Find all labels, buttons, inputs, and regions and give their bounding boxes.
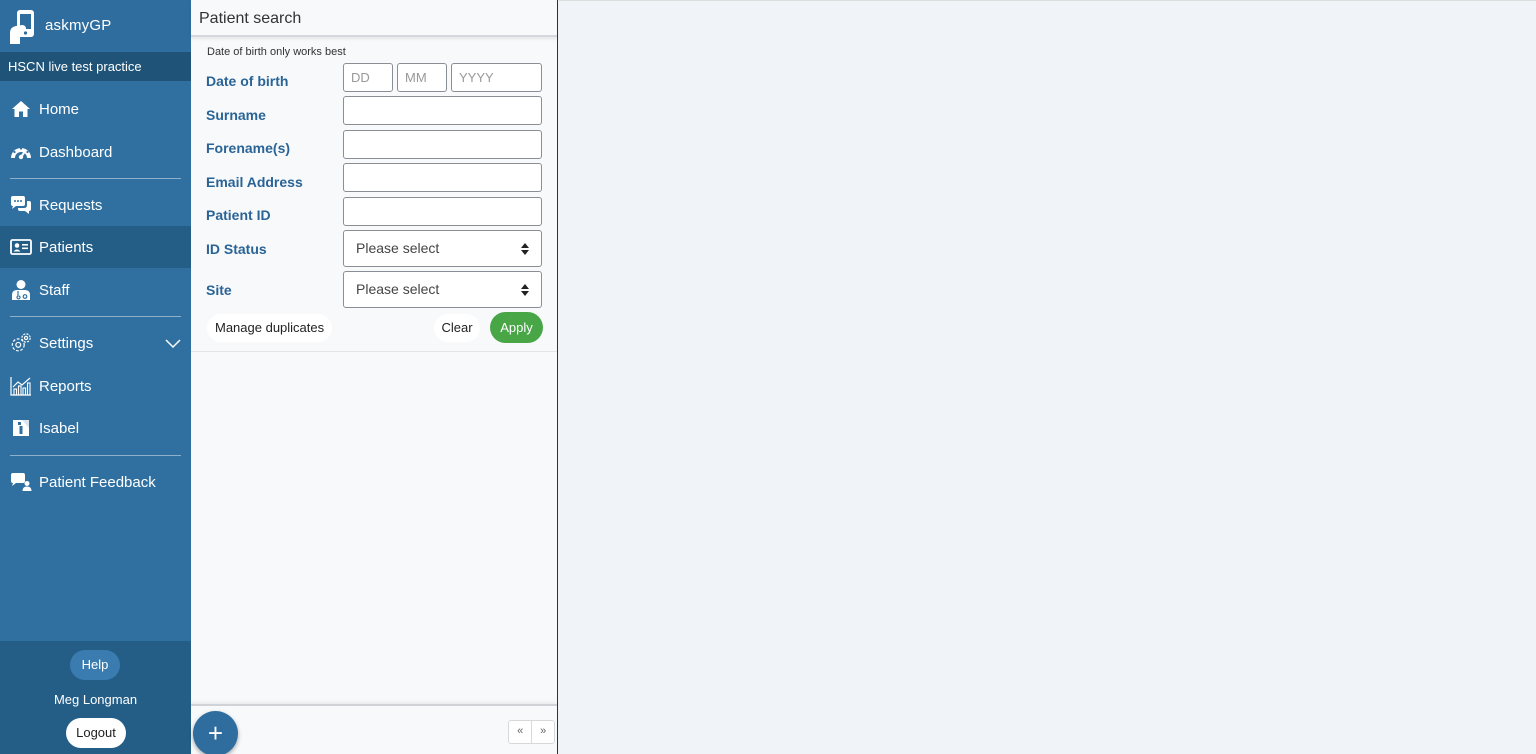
pager-next-button[interactable]: »: [531, 721, 554, 743]
user-name: Meg Longman: [53, 692, 138, 707]
sidebar-item-reports[interactable]: Reports: [0, 365, 191, 407]
sidebar-item-label: Isabel: [39, 419, 80, 437]
sidebar-item-label: Home: [39, 100, 80, 118]
email-label: Email Address: [206, 174, 303, 190]
dob-month-input[interactable]: [397, 63, 447, 92]
gear-icon: [10, 332, 32, 354]
brand[interactable]: askmyGP: [0, 0, 191, 52]
brand-name: askmyGP: [45, 17, 112, 34]
app-root: askmyGP HSCN live test practice Home Das…: [0, 0, 1536, 754]
sidebar-item-label: Settings: [39, 334, 94, 352]
sidebar-item-staff[interactable]: Staff: [0, 269, 191, 311]
forename-input[interactable]: [343, 130, 542, 159]
id-card-icon: [10, 236, 32, 258]
sidebar-divider: [10, 178, 181, 179]
sidebar-footer: Help Meg Longman Logout: [0, 641, 191, 754]
pager: « »: [508, 720, 555, 744]
select-arrows-icon: [521, 284, 529, 296]
sidebar-item-patient-feedback[interactable]: Patient Feedback: [0, 461, 191, 503]
surname-label: Surname: [206, 107, 266, 123]
site-selected: Please select: [356, 281, 440, 297]
forename-label: Forename(s): [206, 140, 291, 156]
dob-year-input[interactable]: [451, 63, 542, 92]
main-content: [559, 0, 1536, 754]
sidebar-divider: [10, 316, 181, 317]
patient-id-input[interactable]: [343, 197, 542, 226]
select-arrows-icon: [521, 243, 529, 255]
sidebar-item-label: Dashboard: [39, 143, 113, 161]
panel-divider: [191, 351, 557, 352]
sidebar-item-label: Patients: [39, 238, 94, 256]
help-button[interactable]: Help: [70, 650, 120, 680]
site-label: Site: [206, 282, 232, 298]
sidebar-item-label: Requests: [39, 196, 103, 214]
sidebar-item-requests[interactable]: Requests: [0, 184, 191, 226]
sidebar-item-isabel[interactable]: Isabel: [0, 407, 191, 449]
dob-day-input[interactable]: [343, 63, 393, 92]
dob-label: Date of birth: [206, 73, 289, 89]
sidebar-item-settings[interactable]: Settings: [0, 322, 191, 364]
panel-footer: + « »: [191, 704, 557, 754]
dashboard-icon: [10, 141, 32, 163]
surname-input[interactable]: [343, 96, 542, 125]
site-select[interactable]: Please select: [343, 271, 542, 308]
search-hint: Date of birth only works best: [207, 46, 346, 58]
chart-icon: [10, 375, 32, 397]
logout-button[interactable]: Logout: [66, 718, 126, 748]
isabel-icon: [10, 417, 32, 439]
id-status-label: ID Status: [206, 241, 267, 257]
chevron-down-icon[interactable]: [165, 336, 181, 350]
home-icon: [10, 98, 32, 120]
feedback-icon: [10, 471, 32, 493]
email-input[interactable]: [343, 163, 542, 192]
add-patient-button[interactable]: +: [193, 711, 238, 754]
sidebar-item-home[interactable]: Home: [0, 88, 191, 130]
sidebar-item-dashboard[interactable]: Dashboard: [0, 131, 191, 173]
id-status-select[interactable]: Please select: [343, 230, 542, 267]
panel-header: Patient search: [191, 0, 557, 37]
patient-id-label: Patient ID: [206, 207, 271, 223]
manage-duplicates-button[interactable]: Manage duplicates: [207, 314, 333, 342]
sidebar-item-label: Staff: [39, 281, 70, 299]
practice-name: HSCN live test practice: [0, 52, 191, 81]
sidebar-item-label: Patient Feedback: [39, 473, 156, 491]
search-actions: Manage duplicates Clear Apply: [191, 312, 557, 344]
sidebar-item-label: Reports: [39, 377, 92, 395]
askmygp-logo-icon: [10, 10, 34, 44]
clear-button[interactable]: Clear: [434, 314, 480, 342]
sidebar-divider: [10, 455, 181, 456]
patient-search-panel: Patient search Date of birth only works …: [191, 0, 558, 754]
pager-prev-button[interactable]: «: [509, 721, 531, 743]
staff-icon: [10, 279, 32, 301]
id-status-selected: Please select: [356, 240, 440, 256]
sidebar-item-patients[interactable]: Patients: [0, 226, 191, 268]
apply-button[interactable]: Apply: [490, 312, 543, 343]
sidebar: askmyGP HSCN live test practice Home Das…: [0, 0, 191, 754]
page-title: Patient search: [199, 10, 302, 27]
chat-icon: [10, 194, 32, 216]
